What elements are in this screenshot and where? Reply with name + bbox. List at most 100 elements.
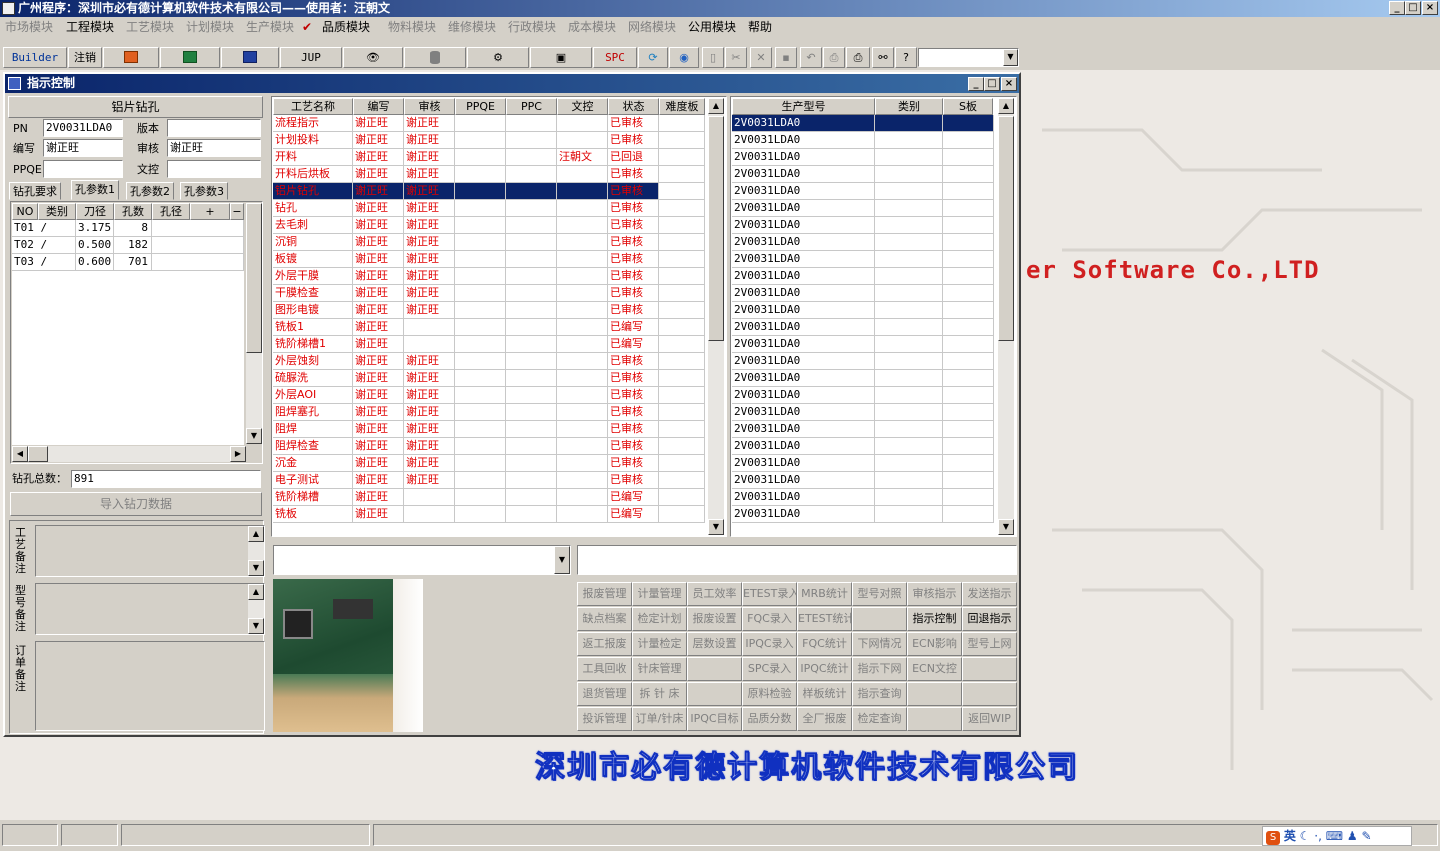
function-button[interactable]: IPQC统计	[797, 657, 852, 681]
database-button[interactable]	[404, 47, 466, 68]
table-row[interactable]: 2V0031LDA0	[732, 285, 994, 302]
table-row[interactable]: 2V0031LDA0	[732, 302, 994, 319]
menu-network[interactable]: 网络模块	[628, 19, 676, 35]
word-button[interactable]	[221, 47, 279, 68]
table-row[interactable]: 铣板1 谢正旺 已编写	[273, 319, 705, 336]
table-row[interactable]: 开料 谢正旺 谢正旺 汪朝文 已回退	[273, 149, 705, 166]
import-drill-data-button[interactable]: 导入钻刀数据	[10, 492, 262, 516]
process-note-field[interactable]: ▲ ▼	[35, 525, 265, 577]
table-row[interactable]: 计划投料 谢正旺 谢正旺 已审核	[273, 132, 705, 149]
function-button[interactable]: 投诉管理	[577, 707, 632, 731]
save-button[interactable]: ▪	[775, 47, 797, 68]
function-button[interactable]: 工具回收	[577, 657, 632, 681]
pn-field[interactable]: 2V0031LDA0	[43, 119, 123, 137]
filter-combo[interactable]: ▼	[273, 545, 571, 575]
menu-material[interactable]: 物料模块	[388, 19, 436, 35]
function-button[interactable]: 发送指示	[962, 582, 1017, 606]
table-row[interactable]: 钻孔 谢正旺 谢正旺 已审核	[273, 200, 705, 217]
table-row[interactable]: 2V0031LDA0	[732, 387, 994, 404]
note-vscroll[interactable]: ▲ ▼	[248, 526, 264, 576]
table-row[interactable]: 2V0031LDA0	[732, 506, 994, 523]
drill-total-field[interactable]: 891	[71, 470, 261, 488]
function-button[interactable]	[962, 682, 1017, 706]
find-button[interactable]: ⚯	[872, 47, 894, 68]
ime-toolbar[interactable]: S 英 ☾ ·, ⌨ ♟ ✎	[1262, 826, 1412, 846]
function-button[interactable]: 指示下网	[852, 657, 907, 681]
table-row[interactable]: 2V0031LDA0	[732, 200, 994, 217]
logout-button[interactable]: 注销	[68, 47, 102, 68]
author-field[interactable]: 谢正旺	[43, 139, 123, 157]
note-vscroll[interactable]: ▲ ▼	[248, 584, 264, 634]
computer-button[interactable]: ▣	[530, 47, 592, 68]
version-field[interactable]	[167, 119, 261, 137]
function-button[interactable]: 层数设置	[687, 632, 742, 656]
new-button[interactable]: ▯	[702, 47, 724, 68]
function-button[interactable]: 品质分数	[742, 707, 797, 731]
scroll-thumb[interactable]	[708, 116, 724, 341]
tool-vscroll[interactable]: ▼	[246, 203, 262, 444]
table-row[interactable]: 2V0031LDA0	[732, 183, 994, 200]
scroll-left-icon[interactable]: ◀	[12, 446, 28, 462]
chevron-down-icon[interactable]: ▼	[1003, 49, 1018, 66]
reviewer-field[interactable]: 谢正旺	[167, 139, 261, 157]
function-button[interactable]: 针床管理	[632, 657, 687, 681]
table-row[interactable]: 2V0031LDA0	[732, 438, 994, 455]
table-row[interactable]: 2V0031LDA0	[732, 217, 994, 234]
table-row[interactable]: 图形电镀 谢正旺 谢正旺 已审核	[273, 302, 705, 319]
model-vscroll[interactable]: ▲ ▼	[998, 98, 1014, 535]
network-button[interactable]: ⚙	[467, 47, 529, 68]
window-maximize-button[interactable]: □	[984, 77, 1000, 91]
table-row[interactable]: 2V0031LDA0	[732, 404, 994, 421]
tab-hole-params-1[interactable]: 孔参数1	[71, 180, 119, 200]
function-button[interactable]: 检定查询	[852, 707, 907, 731]
preview-button[interactable]: ⎙	[823, 47, 845, 68]
table-row[interactable]: 2V0031LDA0	[732, 166, 994, 183]
function-button[interactable]	[962, 657, 1017, 681]
toolbar-combo[interactable]: ▼	[918, 48, 1019, 67]
menu-quality[interactable]: 品质模块	[322, 19, 370, 35]
process-vscroll[interactable]: ▲ ▼	[708, 98, 724, 535]
table-row[interactable]: 铣阶梯槽 谢正旺 已编写	[273, 489, 705, 506]
function-button[interactable]	[907, 707, 962, 731]
function-button[interactable]: ECN文控	[907, 657, 962, 681]
remove-column-button[interactable]: −	[230, 203, 244, 220]
scroll-up-icon[interactable]: ▲	[998, 98, 1014, 114]
table-row[interactable]: 干膜检查 谢正旺 谢正旺 已审核	[273, 285, 705, 302]
proof-field[interactable]	[167, 160, 261, 178]
function-button[interactable]: 计量检定	[632, 632, 687, 656]
refresh-button[interactable]: ⟳	[638, 47, 668, 68]
ppqe-field[interactable]	[43, 160, 123, 178]
maximize-button[interactable]: □	[1405, 1, 1421, 15]
globe-button[interactable]: ◉	[669, 47, 699, 68]
table-row[interactable]: 2V0031LDA0	[732, 268, 994, 285]
spc-button[interactable]: SPC	[593, 47, 637, 68]
menu-plan[interactable]: 计划模块	[186, 19, 234, 35]
scroll-up-icon[interactable]: ▲	[708, 98, 724, 114]
menu-production[interactable]: 生产模块	[246, 19, 294, 35]
window-close-button[interactable]: ×	[1001, 77, 1017, 91]
scroll-thumb[interactable]	[246, 203, 262, 353]
table-row[interactable]: 外层AOI 谢正旺 谢正旺 已审核	[273, 387, 705, 404]
help-button[interactable]: ?	[895, 47, 917, 68]
function-button[interactable]: 报废管理	[577, 582, 632, 606]
table-row[interactable]: 硫脲洗 谢正旺 谢正旺 已审核	[273, 370, 705, 387]
table-row[interactable]: 2V0031LDA0	[732, 251, 994, 268]
scroll-down-icon[interactable]: ▼	[708, 519, 724, 535]
scroll-down-icon[interactable]: ▼	[246, 428, 262, 444]
powerpoint-button[interactable]	[103, 47, 159, 68]
scroll-down-icon[interactable]: ▼	[248, 618, 264, 634]
builder-button[interactable]: Builder	[3, 47, 67, 68]
function-button[interactable]: 订单/针床	[632, 707, 687, 731]
menu-maintenance[interactable]: 维修模块	[448, 19, 496, 35]
function-button[interactable]: ECN影响	[907, 632, 962, 656]
table-row[interactable]: 阻焊检查 谢正旺 谢正旺 已审核	[273, 438, 705, 455]
table-row[interactable]: 沉金 谢正旺 谢正旺 已审核	[273, 455, 705, 472]
tab-hole-params-3[interactable]: 孔参数3	[180, 182, 228, 200]
table-row[interactable]: 2V0031LDA0	[732, 370, 994, 387]
table-row[interactable]: 铣板 谢正旺 已编写	[273, 506, 705, 523]
menu-process[interactable]: 工艺模块	[126, 19, 174, 35]
table-row[interactable]: 外层干膜 谢正旺 谢正旺 已审核	[273, 268, 705, 285]
table-row[interactable]: 铣阶梯槽1 谢正旺 已编写	[273, 336, 705, 353]
table-row[interactable]: 2V0031LDA0	[732, 319, 994, 336]
table-row[interactable]: 2V0031LDA0	[732, 455, 994, 472]
